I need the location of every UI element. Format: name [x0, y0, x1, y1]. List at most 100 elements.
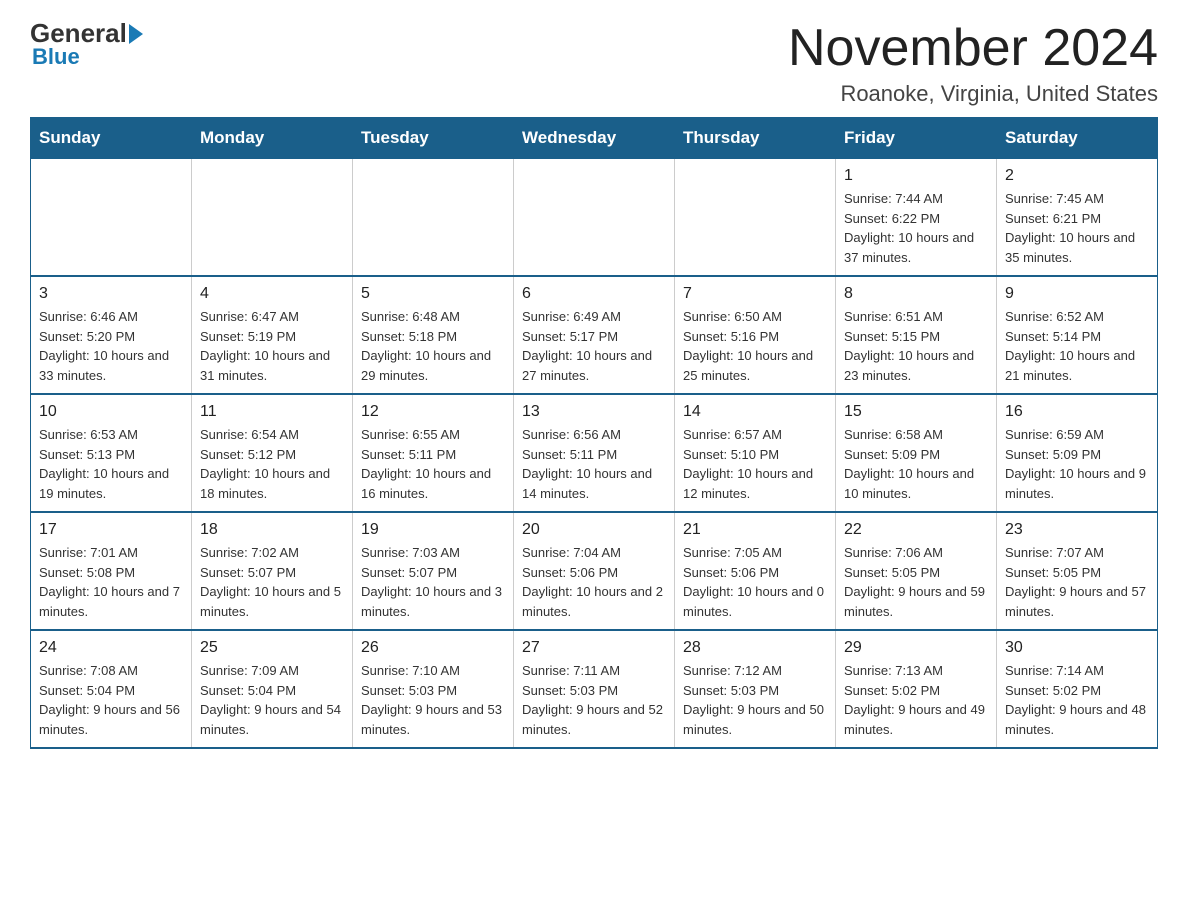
day-number: 26 — [361, 639, 505, 657]
calendar-cell: 10 Sunrise: 6:53 AMSunset: 5:13 PMDayligh… — [31, 394, 192, 512]
day-number: 7 — [683, 285, 827, 303]
title-area: November 2024 Roanoke, Virginia, United … — [788, 20, 1158, 107]
day-info: Sunrise: 6:51 AMSunset: 5:15 PMDaylight:… — [844, 307, 988, 385]
calendar-cell: 5 Sunrise: 6:48 AMSunset: 5:18 PMDaylight… — [353, 276, 514, 394]
calendar-day-header: Saturday — [997, 118, 1158, 159]
calendar-day-header: Tuesday — [353, 118, 514, 159]
calendar-week-row: 1Sunrise: 7:44 AMSunset: 6:22 PMDaylight… — [31, 159, 1158, 277]
calendar-cell: 28 Sunrise: 7:12 AMSunset: 5:03 PMDayligh… — [675, 630, 836, 748]
calendar-cell: 20Sunrise: 7:04 AMSunset: 5:06 PMDayligh… — [514, 512, 675, 630]
day-info: Sunrise: 7:06 AMSunset: 5:05 PMDaylight:… — [844, 543, 988, 621]
day-info: Sunrise: 7:02 AMSunset: 5:07 PMDaylight:… — [200, 543, 344, 621]
day-number: 4 — [200, 285, 344, 303]
calendar-cell: 11 Sunrise: 6:54 AMSunset: 5:12 PMDayligh… — [192, 394, 353, 512]
day-number: 12 — [361, 403, 505, 421]
calendar-cell: 1Sunrise: 7:44 AMSunset: 6:22 PMDaylight… — [836, 159, 997, 277]
calendar-day-header: Monday — [192, 118, 353, 159]
calendar-cell: 25 Sunrise: 7:09 AMSunset: 5:04 PMDayligh… — [192, 630, 353, 748]
calendar-cell: 26 Sunrise: 7:10 AMSunset: 5:03 PMDayligh… — [353, 630, 514, 748]
day-number: 22 — [844, 521, 988, 539]
day-number: 9 — [1005, 285, 1149, 303]
day-info: Sunrise: 6:55 AMSunset: 5:11 PMDaylight:… — [361, 425, 505, 503]
day-number: 5 — [361, 285, 505, 303]
calendar-week-row: 10 Sunrise: 6:53 AMSunset: 5:13 PMDayligh… — [31, 394, 1158, 512]
logo-general: General — [30, 20, 127, 46]
calendar-cell: 16 Sunrise: 6:59 AMSunset: 5:09 PMDayligh… — [997, 394, 1158, 512]
calendar-header-row: SundayMondayTuesdayWednesdayThursdayFrid… — [31, 118, 1158, 159]
calendar-day-header: Wednesday — [514, 118, 675, 159]
calendar-cell — [353, 159, 514, 277]
main-title: November 2024 — [788, 20, 1158, 77]
calendar-cell: 22 Sunrise: 7:06 AMSunset: 5:05 PMDayligh… — [836, 512, 997, 630]
calendar-cell: 19 Sunrise: 7:03 AMSunset: 5:07 PMDayligh… — [353, 512, 514, 630]
day-info: Sunrise: 6:53 AMSunset: 5:13 PMDaylight:… — [39, 425, 183, 503]
calendar-cell: 29 Sunrise: 7:13 AMSunset: 5:02 PMDayligh… — [836, 630, 997, 748]
calendar-day-header: Thursday — [675, 118, 836, 159]
day-number: 11 — [200, 403, 344, 421]
day-info: Sunrise: 7:01 AMSunset: 5:08 PMDaylight:… — [39, 543, 183, 621]
day-number: 16 — [1005, 403, 1149, 421]
calendar-table: SundayMondayTuesdayWednesdayThursdayFrid… — [30, 117, 1158, 749]
day-info: Sunrise: 6:58 AMSunset: 5:09 PMDaylight:… — [844, 425, 988, 503]
day-info: Sunrise: 7:10 AMSunset: 5:03 PMDaylight:… — [361, 661, 505, 739]
day-info: Sunrise: 6:48 AMSunset: 5:18 PMDaylight:… — [361, 307, 505, 385]
day-number: 27 — [522, 639, 666, 657]
calendar-cell — [675, 159, 836, 277]
calendar-cell: 14 Sunrise: 6:57 AMSunset: 5:10 PMDayligh… — [675, 394, 836, 512]
day-info: Sunrise: 7:44 AMSunset: 6:22 PMDaylight:… — [844, 189, 988, 267]
day-number: 25 — [200, 639, 344, 657]
day-number: 6 — [522, 285, 666, 303]
day-number: 23 — [1005, 521, 1149, 539]
calendar-cell — [31, 159, 192, 277]
day-number: 28 — [683, 639, 827, 657]
day-number: 13 — [522, 403, 666, 421]
calendar-cell: 30 Sunrise: 7:14 AMSunset: 5:02 PMDayligh… — [997, 630, 1158, 748]
day-info: Sunrise: 7:13 AMSunset: 5:02 PMDaylight:… — [844, 661, 988, 739]
day-info: Sunrise: 6:50 AMSunset: 5:16 PMDaylight:… — [683, 307, 827, 385]
day-info: Sunrise: 7:12 AMSunset: 5:03 PMDaylight:… — [683, 661, 827, 739]
logo-arrow-icon — [129, 24, 143, 44]
day-info: Sunrise: 7:08 AMSunset: 5:04 PMDaylight:… — [39, 661, 183, 739]
calendar-day-header: Sunday — [31, 118, 192, 159]
day-number: 24 — [39, 639, 183, 657]
day-info: Sunrise: 7:14 AMSunset: 5:02 PMDaylight:… — [1005, 661, 1149, 739]
page-header: General Blue November 2024 Roanoke, Virg… — [30, 20, 1158, 107]
calendar-cell: 15Sunrise: 6:58 AMSunset: 5:09 PMDayligh… — [836, 394, 997, 512]
calendar-cell: 2Sunrise: 7:45 AMSunset: 6:21 PMDaylight… — [997, 159, 1158, 277]
day-number: 3 — [39, 285, 183, 303]
day-info: Sunrise: 7:03 AMSunset: 5:07 PMDaylight:… — [361, 543, 505, 621]
calendar-week-row: 3Sunrise: 6:46 AMSunset: 5:20 PMDaylight… — [31, 276, 1158, 394]
day-number: 17 — [39, 521, 183, 539]
calendar-cell: 24 Sunrise: 7:08 AMSunset: 5:04 PMDayligh… — [31, 630, 192, 748]
subtitle: Roanoke, Virginia, United States — [788, 81, 1158, 107]
day-number: 8 — [844, 285, 988, 303]
calendar-cell: 13 Sunrise: 6:56 AMSunset: 5:11 PMDayligh… — [514, 394, 675, 512]
day-info: Sunrise: 6:59 AMSunset: 5:09 PMDaylight:… — [1005, 425, 1149, 503]
calendar-cell: 4Sunrise: 6:47 AMSunset: 5:19 PMDaylight… — [192, 276, 353, 394]
calendar-cell — [192, 159, 353, 277]
day-info: Sunrise: 6:49 AMSunset: 5:17 PMDaylight:… — [522, 307, 666, 385]
day-number: 21 — [683, 521, 827, 539]
day-number: 30 — [1005, 639, 1149, 657]
day-number: 29 — [844, 639, 988, 657]
calendar-cell: 12 Sunrise: 6:55 AMSunset: 5:11 PMDayligh… — [353, 394, 514, 512]
day-info: Sunrise: 7:07 AMSunset: 5:05 PMDaylight:… — [1005, 543, 1149, 621]
calendar-cell: 7 Sunrise: 6:50 AMSunset: 5:16 PMDaylight… — [675, 276, 836, 394]
day-info: Sunrise: 6:54 AMSunset: 5:12 PMDaylight:… — [200, 425, 344, 503]
calendar-cell: 21Sunrise: 7:05 AMSunset: 5:06 PMDayligh… — [675, 512, 836, 630]
day-number: 10 — [39, 403, 183, 421]
calendar-day-header: Friday — [836, 118, 997, 159]
day-number: 14 — [683, 403, 827, 421]
day-number: 19 — [361, 521, 505, 539]
calendar-cell: 27Sunrise: 7:11 AMSunset: 5:03 PMDayligh… — [514, 630, 675, 748]
calendar-cell: 6 Sunrise: 6:49 AMSunset: 5:17 PMDaylight… — [514, 276, 675, 394]
day-info: Sunrise: 6:57 AMSunset: 5:10 PMDaylight:… — [683, 425, 827, 503]
day-info: Sunrise: 6:52 AMSunset: 5:14 PMDaylight:… — [1005, 307, 1149, 385]
calendar-week-row: 17 Sunrise: 7:01 AMSunset: 5:08 PMDayligh… — [31, 512, 1158, 630]
calendar-cell: 3Sunrise: 6:46 AMSunset: 5:20 PMDaylight… — [31, 276, 192, 394]
day-number: 18 — [200, 521, 344, 539]
day-info: Sunrise: 6:56 AMSunset: 5:11 PMDaylight:… — [522, 425, 666, 503]
calendar-cell: 8 Sunrise: 6:51 AMSunset: 5:15 PMDaylight… — [836, 276, 997, 394]
calendar-cell: 18 Sunrise: 7:02 AMSunset: 5:07 PMDayligh… — [192, 512, 353, 630]
day-info: Sunrise: 7:09 AMSunset: 5:04 PMDaylight:… — [200, 661, 344, 739]
